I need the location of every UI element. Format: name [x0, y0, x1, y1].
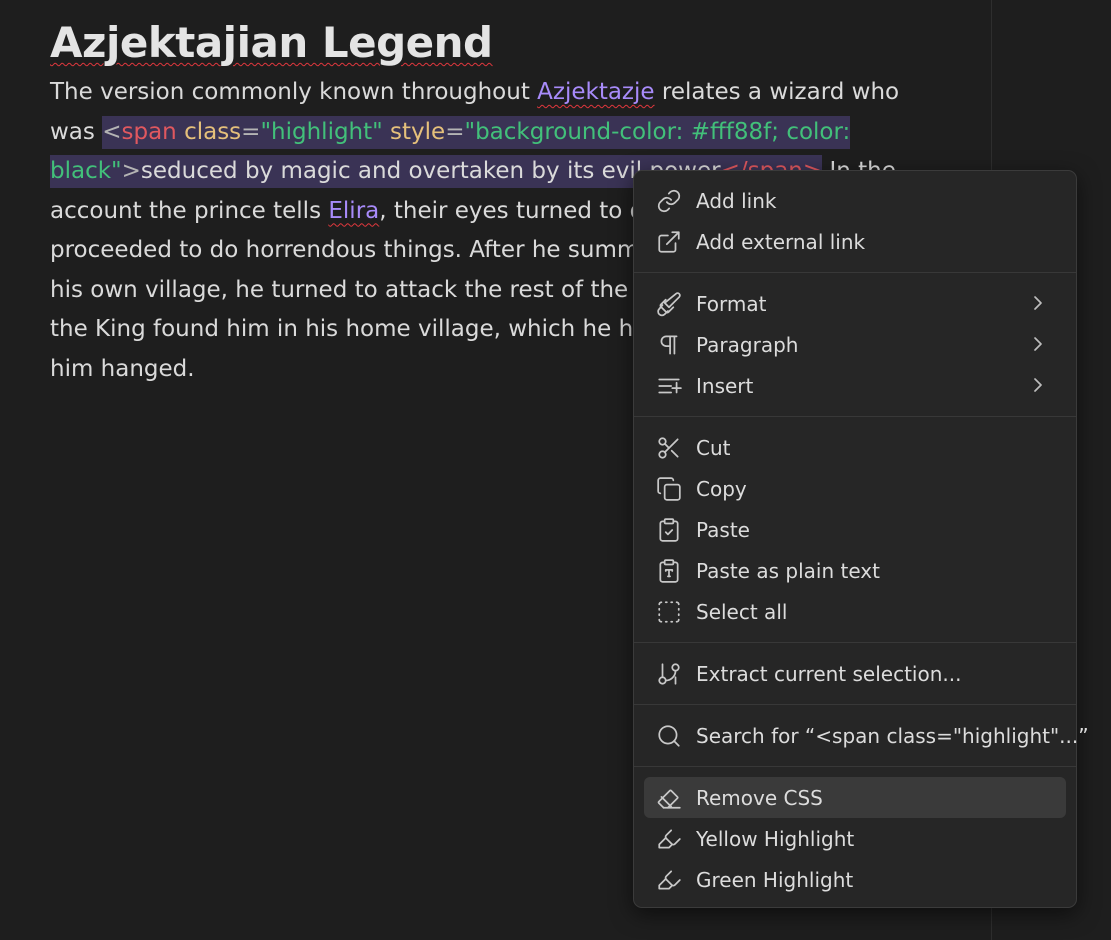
menu-item-label: Remove CSS: [696, 786, 823, 810]
scissors-icon: [656, 435, 682, 461]
menu-item-format[interactable]: Format: [644, 283, 1066, 324]
menu-item-paragraph[interactable]: Paragraph: [644, 324, 1066, 365]
menu-item-label: Format: [696, 292, 767, 316]
menu-item-label: Paste: [696, 518, 750, 542]
clipboard-type-icon: [656, 558, 682, 584]
menu-separator: [634, 272, 1076, 273]
html-equals: =: [241, 118, 261, 145]
highlighter-icon: [656, 826, 682, 852]
html-equals: =: [445, 118, 465, 145]
menu-item-label: Yellow Highlight: [696, 827, 855, 851]
html-attribute-value: "highlight": [260, 118, 383, 145]
menu-item-insert[interactable]: Insert: [644, 365, 1066, 406]
chevron-right-icon: [1028, 334, 1048, 354]
eraser-icon: [656, 785, 682, 811]
chevron-right-icon: [1028, 375, 1048, 395]
search-icon: [656, 723, 682, 749]
menu-item-yellow-highlight[interactable]: Yellow Highlight: [644, 818, 1066, 859]
body-line-1: The version commonly known throughout Az…: [50, 73, 930, 113]
html-attribute: style: [390, 118, 446, 145]
menu-item-green-highlight[interactable]: Green Highlight: [644, 859, 1066, 900]
html-bracket: >: [121, 158, 141, 184]
html-attribute: class: [184, 118, 242, 145]
body-line-2: was <span class="highlight" style="backg…: [50, 113, 930, 153]
menu-item-label: Add external link: [696, 230, 866, 254]
html-bracket: <: [102, 118, 122, 145]
menu-item-cut[interactable]: Cut: [644, 427, 1066, 468]
git-branch-plus-icon: [656, 661, 682, 687]
menu-item-label: Select all: [696, 600, 788, 624]
highlighter-icon: [656, 867, 682, 893]
text-run: relates a wizard who: [654, 79, 900, 105]
menu-item-label: Add link: [696, 189, 777, 213]
menu-item-label: Paste as plain text: [696, 559, 880, 583]
menu-item-label: Extract current selection...: [696, 662, 962, 686]
menu-item-remove-css[interactable]: Remove CSS: [644, 777, 1066, 818]
menu-item-label: Paragraph: [696, 333, 799, 357]
internal-link-elira[interactable]: Elira: [328, 198, 379, 224]
menu-item-label: Cut: [696, 436, 731, 460]
menu-item-extract-selection[interactable]: Extract current selection...: [644, 653, 1066, 694]
text-run: The version commonly known throughout: [50, 79, 538, 105]
menu-item-label: Insert: [696, 374, 754, 398]
context-menu: Add link Add external link Format Paragr…: [633, 170, 1089, 908]
menu-separator: [634, 642, 1076, 643]
menu-item-copy[interactable]: Copy: [644, 468, 1066, 509]
html-attribute-value: "background-color: #fff88f; color:: [464, 118, 851, 145]
note-title-text: Azjektajian Legend: [50, 18, 493, 67]
menu-item-add-external-link[interactable]: Add external link: [644, 221, 1066, 262]
internal-link-azjektazje[interactable]: Azjektazje: [537, 79, 654, 105]
selected-text: <span class="highlight" style="backgroun…: [102, 115, 851, 149]
html-attribute-value: black": [50, 158, 122, 184]
menu-item-paste[interactable]: Paste: [644, 509, 1066, 550]
text-run: account the prince tells: [50, 197, 329, 224]
external-link-icon: [656, 229, 682, 255]
menu-item-label: Copy: [696, 477, 747, 501]
menu-item-add-link[interactable]: Add link: [644, 180, 1066, 221]
copy-icon: [656, 476, 682, 502]
menu-separator: [634, 704, 1076, 705]
list-plus-icon: [656, 373, 682, 399]
paintbrush-icon: [656, 291, 682, 317]
chevron-right-icon: [1028, 293, 1048, 313]
pilcrow-icon: [656, 332, 682, 358]
menu-item-label: Green Highlight: [696, 868, 854, 892]
html-tag-name: span: [121, 118, 177, 145]
menu-item-label: Search for “<span class="highlight"...”: [696, 724, 1089, 748]
text-run: , their eyes turned to d: [379, 197, 645, 224]
menu-separator: [634, 766, 1076, 767]
menu-item-search-selection[interactable]: Search for “<span class="highlight"...”: [644, 715, 1089, 756]
menu-separator: [634, 416, 1076, 417]
menu-item-select-all[interactable]: Select all: [644, 591, 1066, 632]
text-run: was: [50, 118, 103, 145]
dashed-square-icon: [656, 599, 682, 625]
note-title[interactable]: Azjektajian Legend: [50, 18, 493, 67]
link-icon: [656, 188, 682, 214]
clipboard-check-icon: [656, 517, 682, 543]
menu-item-paste-plain-text[interactable]: Paste as plain text: [644, 550, 1066, 591]
